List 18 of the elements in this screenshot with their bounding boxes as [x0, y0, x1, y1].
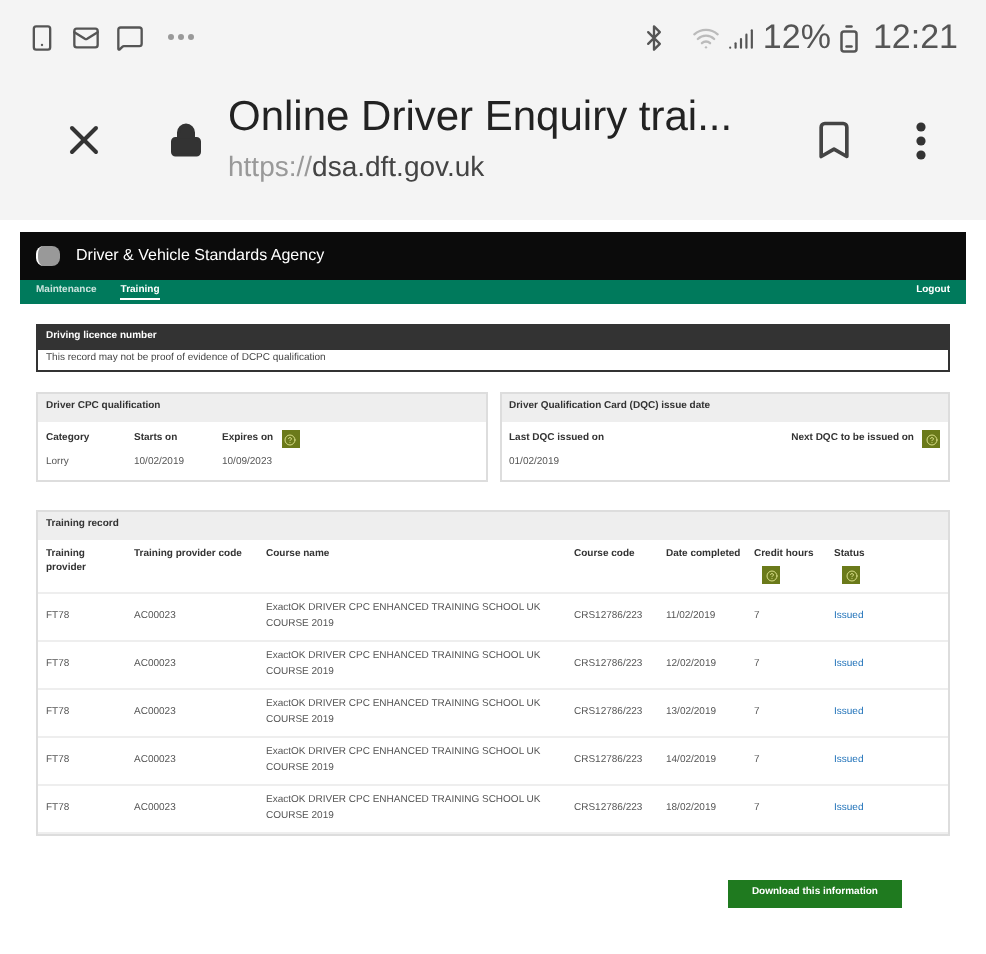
lock-icon	[168, 122, 204, 158]
page-title: Online Driver Enquiry trai...	[228, 92, 735, 145]
menu-button[interactable]	[916, 121, 926, 159]
battery-percent: 12%	[762, 16, 831, 61]
more-icon	[168, 34, 196, 42]
help-icon[interactable]	[281, 430, 300, 448]
help-icon[interactable]	[922, 430, 940, 448]
wifi-icon	[692, 24, 721, 52]
help-icon[interactable]	[762, 566, 780, 584]
phone-icon	[28, 24, 56, 52]
help-icon[interactable]	[842, 566, 860, 584]
agency-name: Driver & Vehicle Standards Agency	[76, 244, 325, 268]
clock: 12:21	[872, 16, 958, 61]
signal-icon	[728, 25, 755, 51]
page-url: https://dsa.dft.gov.uk	[228, 147, 487, 186]
message-icon	[116, 24, 144, 52]
menu-icon	[916, 121, 926, 159]
mail-icon	[72, 24, 100, 52]
